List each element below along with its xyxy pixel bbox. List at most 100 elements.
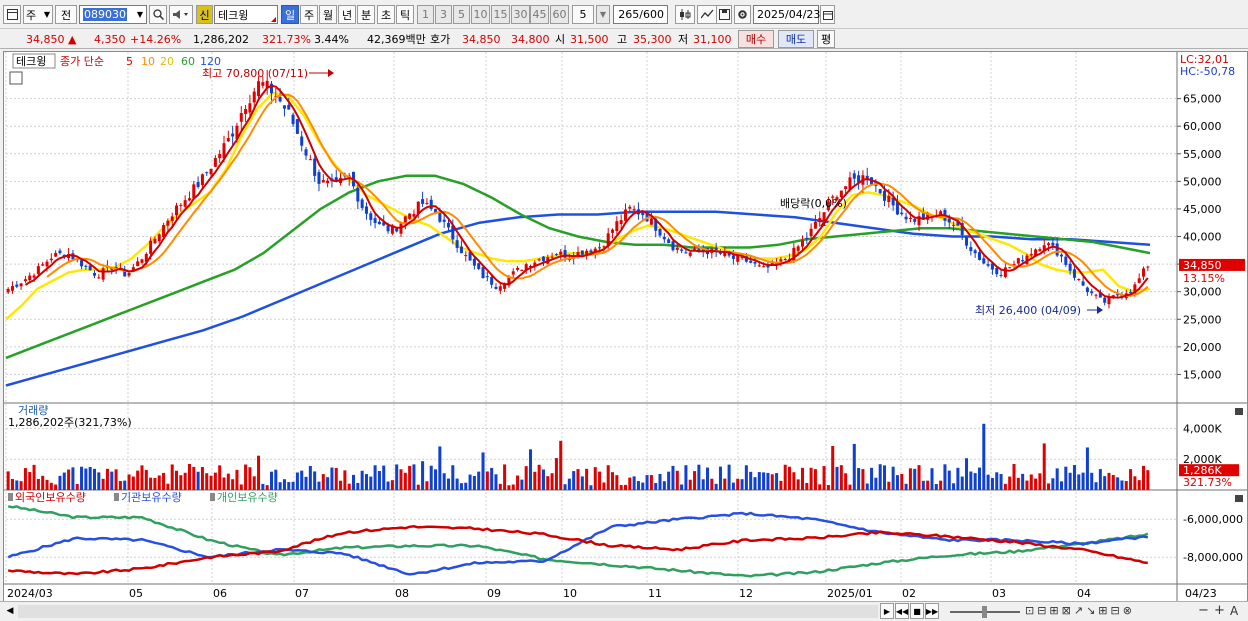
candle-body <box>511 271 515 275</box>
candle-body <box>1129 291 1133 293</box>
x-tick-label: 05 <box>129 587 143 600</box>
zoom-slider-thumb[interactable] <box>982 606 987 618</box>
tool-icons[interactable]: ⊡⊟⊞⊠↗↘⊞⊟⊗ <box>1025 604 1135 617</box>
new-badge: 신 <box>196 5 213 24</box>
interval-button-2[interactable]: 5 <box>453 5 470 24</box>
volume-bar <box>88 466 92 490</box>
play-icon[interactable]: ▶ <box>880 603 894 619</box>
volume-bar <box>84 468 88 490</box>
rewind-icon[interactable]: ◀◀ <box>895 603 909 619</box>
interval-button-4[interactable]: 15 <box>491 5 510 24</box>
volume-bar <box>1142 465 1146 490</box>
candle-body <box>248 103 252 113</box>
line-chart-icon[interactable] <box>697 5 717 24</box>
eval-button[interactable]: 평 <box>817 30 835 48</box>
volume-bar <box>369 476 373 490</box>
candle-body <box>977 252 981 260</box>
candle-body <box>986 264 990 266</box>
volume-bar <box>390 480 394 490</box>
interval-button-5[interactable]: 30 <box>511 5 530 24</box>
calendar-icon[interactable] <box>820 5 835 24</box>
volume-bar <box>304 476 308 490</box>
x-tick-label: 09 <box>487 587 501 600</box>
candle-body <box>908 218 912 220</box>
save-icon[interactable] <box>716 5 732 24</box>
volume-bar <box>118 480 122 490</box>
volume-bar <box>576 469 580 490</box>
period-tab-4[interactable]: 분 <box>357 5 375 24</box>
candle-body <box>446 222 451 228</box>
volume-bar <box>990 477 994 490</box>
buy-button[interactable]: 매수 <box>738 30 774 48</box>
volume-bar <box>904 483 908 490</box>
stock-name-field[interactable]: 테크윙 <box>214 5 278 24</box>
zoom-out-icon[interactable]: − <box>1198 603 1209 618</box>
chart-area[interactable]: 65,00060,00055,00050,00045,00040,00035,0… <box>3 51 1248 603</box>
price-chart[interactable]: 65,00060,00055,00050,00045,00040,00035,0… <box>4 52 1247 602</box>
candle-body <box>36 266 40 275</box>
period-type-select[interactable]: 주 ▼ <box>23 5 53 24</box>
candle-body <box>900 212 904 215</box>
candle-body <box>520 270 524 272</box>
zoom-in-icon[interactable]: + <box>1214 603 1225 618</box>
new-badge-label: 신 <box>199 8 210 22</box>
interval-button-0[interactable]: 1 <box>417 5 434 24</box>
chevron-down-icon[interactable]: ▼ <box>596 5 610 24</box>
scroll-left-icon[interactable]: ◀ <box>3 603 17 619</box>
legend-ma-label: 종가 단순 <box>60 55 104 68</box>
period-tab-3[interactable]: 년 <box>338 5 356 24</box>
period-tab-5[interactable]: 초 <box>377 5 395 24</box>
interval-value[interactable]: 5 <box>572 5 594 24</box>
volume-bar <box>757 472 761 490</box>
volume-ratio: 321.73% <box>262 32 311 46</box>
volume-bar <box>446 478 451 490</box>
candle-body <box>80 260 84 267</box>
prev-button[interactable]: 전 <box>55 5 77 24</box>
volume-bar <box>857 468 861 490</box>
code-input[interactable]: 089030 ▼ <box>79 5 147 24</box>
layout-icon[interactable] <box>3 5 21 24</box>
period-tab-0[interactable]: 일 <box>281 5 299 24</box>
period-tab-2[interactable]: 월 <box>319 5 337 24</box>
candle-body <box>1068 263 1072 271</box>
volume-bar <box>598 471 602 490</box>
volume-bar <box>19 481 23 490</box>
volume-bar <box>1051 478 1055 490</box>
volume-bar <box>373 465 377 490</box>
volume-bar <box>209 475 213 490</box>
volume-bar <box>257 455 261 490</box>
fast-forward-icon[interactable]: ▶▶ <box>925 603 939 619</box>
interval-button-1[interactable]: 3 <box>435 5 452 24</box>
volume-bar <box>788 466 792 490</box>
volume-bar <box>166 483 170 490</box>
font-size-icon[interactable]: A <box>1230 604 1238 618</box>
interval-button-3[interactable]: 10 <box>471 5 490 24</box>
period-tab-1[interactable]: 주 <box>300 5 318 24</box>
volume-bar <box>947 470 951 490</box>
x-tick-label: 12 <box>739 587 753 600</box>
volume-bar <box>71 467 75 490</box>
count-field[interactable]: 265/600 <box>613 5 668 24</box>
candle-body <box>516 267 520 270</box>
volume-bar <box>1029 474 1033 490</box>
candle-body <box>649 218 653 225</box>
gear-icon[interactable] <box>734 5 751 24</box>
stop-icon[interactable]: ■ <box>910 603 924 619</box>
candle-body <box>1146 266 1150 268</box>
speaker-icon[interactable] <box>169 5 193 24</box>
interval-button-6[interactable]: 45 <box>530 5 549 24</box>
interval-button-7[interactable]: 60 <box>550 5 569 24</box>
period-tab-6[interactable]: 틱 <box>396 5 414 24</box>
scrollbar-track[interactable] <box>18 605 878 618</box>
search-icon[interactable] <box>149 5 167 24</box>
sell-button[interactable]: 매도 <box>778 30 814 48</box>
legend-ma-period: 60 <box>181 55 195 68</box>
volume-bar <box>982 423 986 490</box>
candle-body <box>1094 294 1098 296</box>
candle-icon[interactable] <box>675 5 695 24</box>
candle-body <box>429 199 433 209</box>
price-tick-label: 40,000 <box>1183 231 1222 244</box>
date-field[interactable]: 2025/04/23 <box>753 5 820 24</box>
candle-body <box>680 249 684 251</box>
count-value: 265 <box>618 8 640 21</box>
